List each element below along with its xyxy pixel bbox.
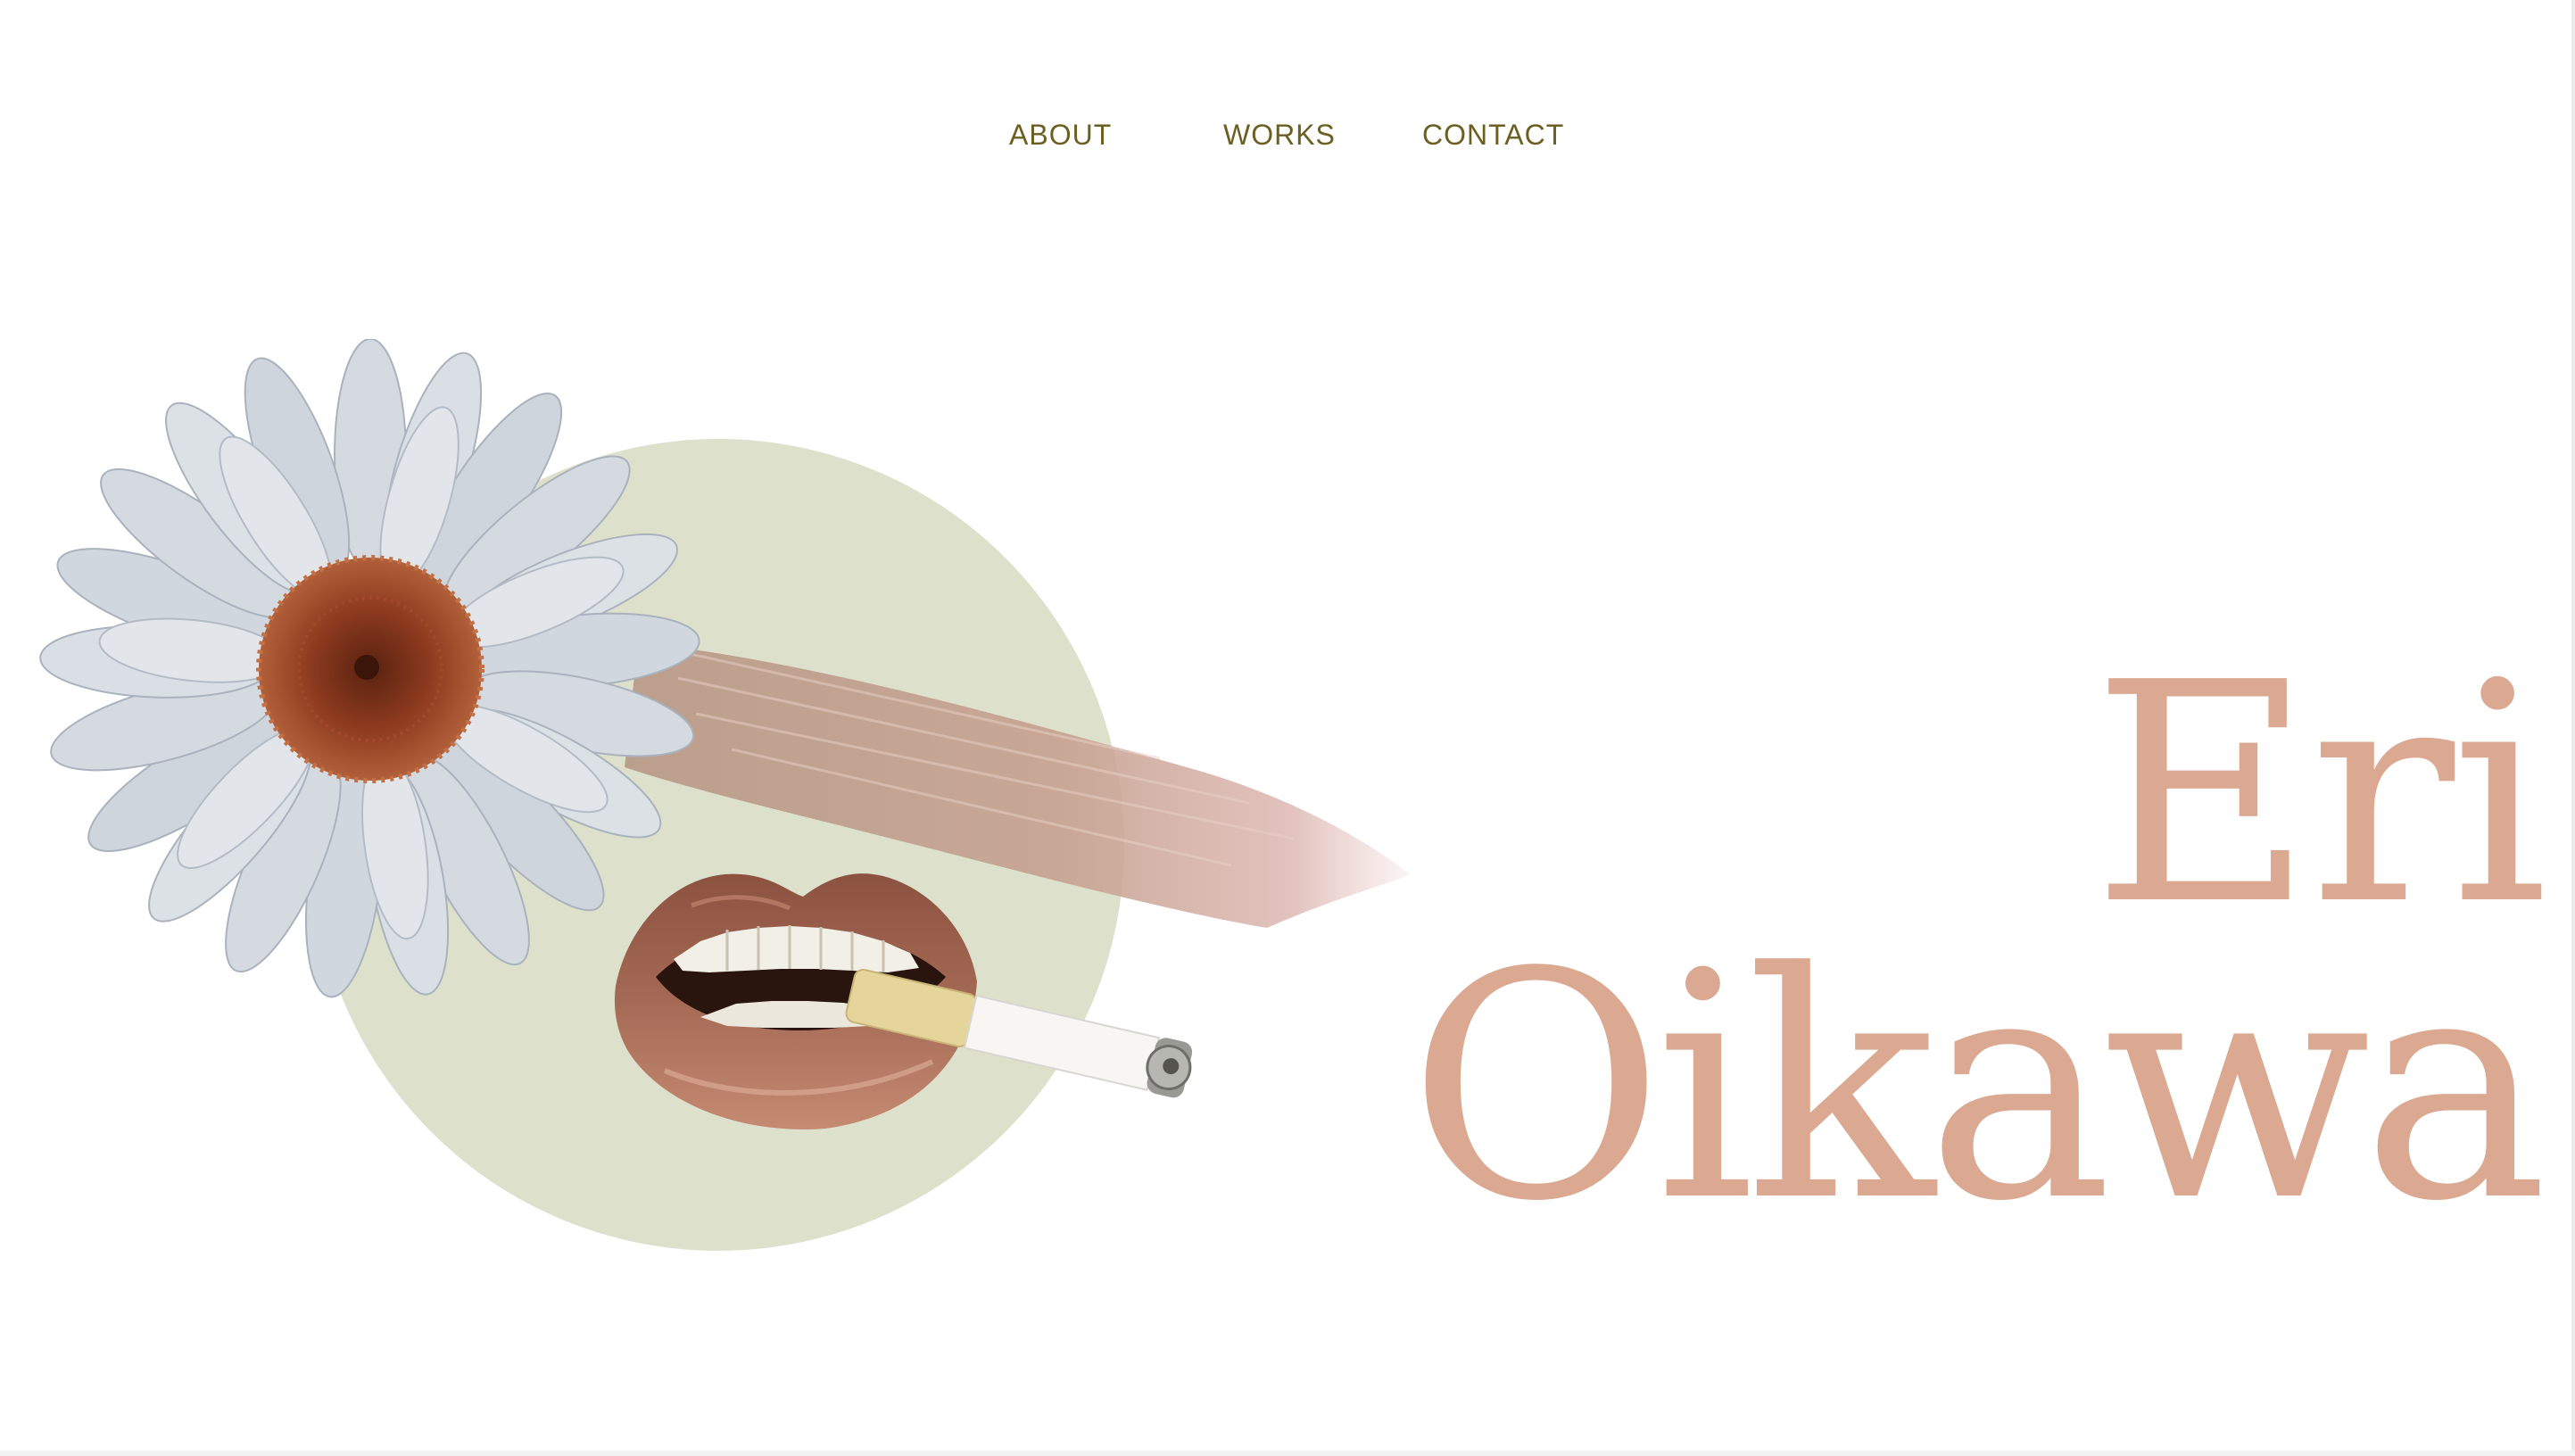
scrollbar-track[interactable] — [2571, 0, 2575, 1456]
hero-collage — [0, 339, 1445, 1276]
last-name: Oikawa — [1408, 906, 2548, 1270]
hero-name: Eri Oikawa — [1335, 643, 2548, 1270]
page-bottom-edge — [0, 1451, 2575, 1456]
first-name: Eri — [2091, 618, 2548, 972]
top-nav: ABOUT WORKS CONTACT — [1009, 114, 1598, 155]
nav-link-contact[interactable]: CONTACT — [1422, 114, 1564, 155]
nav-link-about[interactable]: ABOUT — [1009, 114, 1112, 155]
daisy-icon — [39, 339, 700, 998]
nav-link-works[interactable]: WORKS — [1223, 114, 1336, 155]
portfolio-page: ABOUT WORKS CONTACT Eri Oikawa — [0, 0, 2575, 1456]
